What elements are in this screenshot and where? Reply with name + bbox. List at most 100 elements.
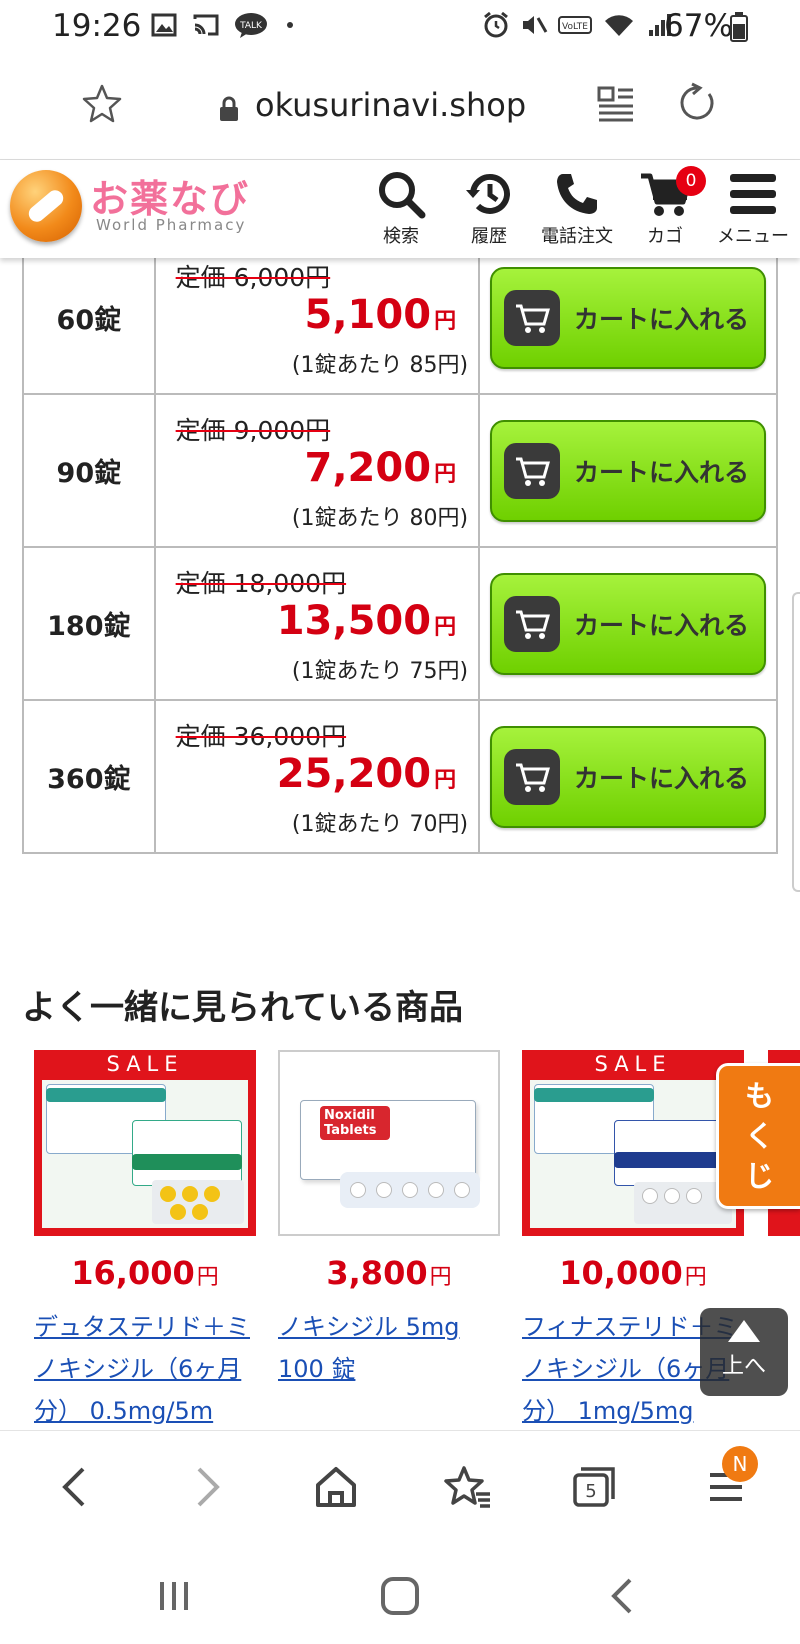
table-row: 180錠 定価 18,000円 13,500 円 (1錠あたり 75円) カートに… bbox=[22, 546, 778, 701]
system-nav-bar bbox=[0, 1542, 800, 1644]
header-nav-label: 検索 bbox=[383, 226, 419, 247]
add-to-cart-label: カートに入れる bbox=[574, 610, 750, 640]
list-price: 定価 36,000円 bbox=[175, 722, 347, 751]
header-nav-phone[interactable]: 電話注文 bbox=[534, 168, 620, 248]
battery-icon bbox=[730, 12, 748, 46]
add-to-cart-button[interactable]: カートに入れる bbox=[490, 725, 767, 828]
talk-badge-text: TALK bbox=[239, 21, 263, 31]
sale-price-value: 13,500 bbox=[276, 598, 432, 644]
sale-price-value: 25,200 bbox=[276, 751, 432, 797]
notification-badge: N bbox=[722, 1446, 758, 1482]
per-tablet-price: (1錠あたり 80円) bbox=[291, 506, 469, 531]
dot-icon bbox=[282, 12, 298, 38]
header-nav-menu[interactable]: メニュー bbox=[710, 168, 796, 248]
lock-icon bbox=[218, 96, 240, 126]
price-cell: 定価 9,000円 7,200 円 (1錠あたり 80円) bbox=[153, 393, 481, 548]
sale-tag: SALE bbox=[106, 1052, 184, 1076]
product-card[interactable]: Noxidil Tablets 3,800円 ノキシジル 5mg 100 錠 bbox=[278, 1050, 500, 1432]
product-name-link[interactable]: ノキシジル 5mg 100 錠 bbox=[278, 1306, 500, 1432]
product-price: 3,800円 bbox=[278, 1254, 500, 1292]
reader-mode-icon[interactable] bbox=[596, 84, 636, 128]
tabs-icon[interactable]: 5 bbox=[564, 1457, 624, 1517]
cart-icon bbox=[504, 442, 561, 499]
button-cell: カートに入れる bbox=[478, 240, 778, 395]
bookmarks-icon[interactable] bbox=[438, 1457, 498, 1517]
yen-unit: 円 bbox=[429, 1265, 452, 1290]
status-time: 19:26 bbox=[52, 8, 142, 44]
header-nav-label: メニュー bbox=[717, 226, 789, 247]
status-bar: 19:26 TALK VoLTE 67% bbox=[0, 0, 800, 56]
product-image[interactable]: SALE bbox=[522, 1050, 744, 1236]
recent-apps-icon[interactable] bbox=[156, 1578, 192, 1618]
header-nav-search[interactable]: 検索 bbox=[358, 168, 444, 248]
history-icon bbox=[446, 168, 532, 220]
wifi-icon bbox=[602, 12, 636, 38]
per-tablet-price: (1錠あたり 85円) bbox=[291, 353, 469, 378]
price-cell: 定価 36,000円 25,200 円 (1錠あたり 70円) bbox=[153, 699, 481, 854]
sale-price: 25,200 円 bbox=[277, 751, 456, 797]
cast-icon bbox=[192, 12, 220, 38]
site-logo-text[interactable]: お薬なび bbox=[90, 168, 250, 223]
product-image[interactable]: SALE bbox=[34, 1050, 256, 1236]
product-card[interactable]: SALE 16,000円 デュタステリド＋ミノキシジル（6ヶ月分） 0.5mg/… bbox=[34, 1050, 256, 1432]
sale-price: 5,100 円 bbox=[305, 292, 457, 338]
quantity-cell: 90錠 bbox=[22, 393, 156, 548]
home-icon[interactable] bbox=[306, 1457, 366, 1517]
yen-unit: 円 bbox=[434, 768, 457, 793]
add-to-cart-button[interactable]: カートに入れる bbox=[490, 266, 767, 369]
product-price: 16,000円 bbox=[34, 1254, 256, 1292]
yen-unit: 円 bbox=[196, 1265, 219, 1290]
battery-level: 67% bbox=[664, 8, 733, 44]
scrollbar[interactable] bbox=[792, 592, 800, 892]
browser-url-bar: okusurinavi.shop bbox=[0, 56, 800, 160]
back-to-top-label: 上へ bbox=[721, 1354, 766, 1379]
yen-unit: 円 bbox=[434, 309, 457, 334]
add-to-cart-label: カートに入れる bbox=[574, 763, 750, 793]
related-products-title: よく一緒に見られている商品 bbox=[22, 988, 463, 1028]
forward-icon[interactable] bbox=[178, 1457, 238, 1517]
cart-icon bbox=[504, 595, 561, 652]
add-to-cart-label: カートに入れる bbox=[574, 457, 750, 487]
home-button-icon[interactable] bbox=[380, 1576, 420, 1620]
volte-icon: VoLTE bbox=[558, 12, 592, 38]
table-row: 60錠 定価 6,000円 5,100 円 (1錠あたり 85円) カートに入れる bbox=[22, 240, 778, 395]
product-name-link[interactable]: デュタステリド＋ミノキシジル（6ヶ月分） 0.5mg/5m bbox=[34, 1306, 256, 1432]
back-to-top-button[interactable]: 上へ bbox=[700, 1308, 788, 1396]
bookmark-star-icon[interactable] bbox=[80, 82, 124, 130]
quantity-cell: 360錠 bbox=[22, 699, 156, 854]
volte-text: VoLTE bbox=[562, 22, 588, 32]
cart-icon bbox=[504, 289, 561, 346]
reload-icon[interactable] bbox=[676, 82, 718, 128]
table-of-contents-button[interactable]: もくじ bbox=[716, 1063, 800, 1209]
price-cell: 定価 6,000円 5,100 円 (1錠あたり 85円) bbox=[153, 240, 481, 395]
list-price: 定価 6,000円 bbox=[175, 263, 331, 292]
header-nav-label: 履歴 bbox=[471, 226, 507, 247]
button-cell: カートに入れる bbox=[478, 699, 778, 854]
product-price-value: 3,800 bbox=[326, 1254, 428, 1292]
price-table: 60錠 定価 6,000円 5,100 円 (1錠あたり 85円) カートに入れる… bbox=[22, 240, 778, 854]
add-to-cart-button[interactable]: カートに入れる bbox=[490, 572, 767, 675]
cart-icon bbox=[504, 748, 561, 805]
header-nav-label: 電話注文 bbox=[541, 226, 613, 247]
box-label: Noxidil Tablets bbox=[320, 1106, 390, 1140]
sale-price: 13,500 円 bbox=[277, 598, 456, 644]
yen-unit: 円 bbox=[684, 1265, 707, 1290]
up-arrow-icon bbox=[728, 1320, 760, 1342]
talk-icon: TALK bbox=[234, 12, 268, 38]
price-cell: 定価 18,000円 13,500 円 (1錠あたり 75円) bbox=[153, 546, 481, 701]
url-text[interactable]: okusurinavi.shop bbox=[255, 86, 526, 124]
gallery-icon bbox=[150, 12, 178, 38]
logo-pill-icon[interactable] bbox=[10, 170, 82, 242]
back-icon[interactable] bbox=[44, 1457, 104, 1517]
yen-unit: 円 bbox=[434, 462, 457, 487]
add-to-cart-button[interactable]: カートに入れる bbox=[490, 419, 767, 522]
header-nav-history[interactable]: 履歴 bbox=[446, 168, 532, 248]
quantity-cell: 60錠 bbox=[22, 240, 156, 395]
product-image[interactable]: Noxidil Tablets bbox=[278, 1050, 500, 1236]
product-price: 10,000円 bbox=[522, 1254, 744, 1292]
phone-icon bbox=[534, 168, 620, 220]
system-back-icon[interactable] bbox=[608, 1576, 638, 1620]
button-cell: カートに入れる bbox=[478, 546, 778, 701]
sale-price: 7,200 円 bbox=[305, 445, 457, 491]
search-icon bbox=[358, 168, 444, 220]
